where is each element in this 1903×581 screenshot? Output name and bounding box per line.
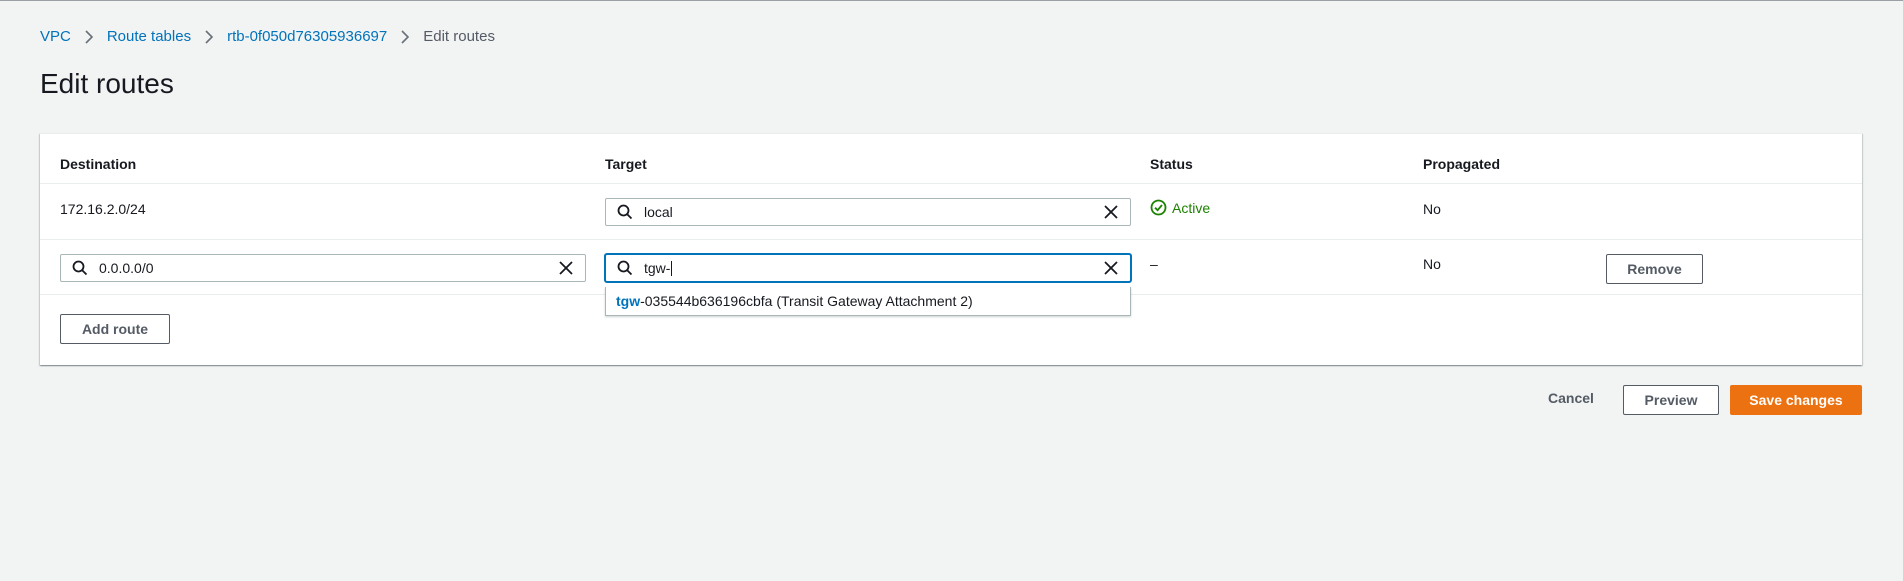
header-propagated: Propagated	[1423, 156, 1501, 172]
header-status: Status	[1150, 156, 1193, 172]
row2-target-input[interactable]: tgw-	[605, 254, 1131, 282]
preview-button[interactable]: Preview	[1623, 385, 1719, 415]
chevron-right-icon	[191, 29, 227, 44]
row2-destination-input[interactable]: 0.0.0.0/0	[60, 254, 586, 282]
row1-target-value: local	[644, 204, 673, 220]
suggestion-match: tgw	[616, 293, 641, 309]
row2-status: –	[1150, 256, 1158, 272]
chevron-right-icon	[387, 29, 423, 44]
top-border	[0, 0, 1903, 1]
breadcrumb: VPC Route tables rtb-0f050d76305936697 E…	[40, 28, 495, 45]
header-target: Target	[605, 156, 647, 172]
routes-panel: Destination Target Status Propagated 172…	[40, 133, 1862, 365]
row2-propagated: No	[1423, 256, 1441, 272]
target-suggestion-option[interactable]: tgw -035544b636196cbfa (Transit Gateway A…	[605, 287, 1131, 316]
breadcrumb-current: Edit routes	[423, 28, 495, 45]
chevron-right-icon	[71, 29, 107, 44]
breadcrumb-route-table-id[interactable]: rtb-0f050d76305936697	[227, 28, 387, 45]
close-icon[interactable]	[1102, 203, 1120, 221]
breadcrumb-vpc[interactable]: VPC	[40, 28, 71, 45]
close-icon[interactable]	[557, 259, 575, 277]
page-title: Edit routes	[40, 68, 174, 99]
row2-destination-value: 0.0.0.0/0	[99, 260, 154, 276]
add-route-button[interactable]: Add route	[60, 314, 170, 344]
close-icon[interactable]	[1102, 259, 1120, 277]
row1-target-input[interactable]: local	[605, 198, 1131, 226]
header-destination: Destination	[60, 156, 137, 172]
save-changes-button[interactable]: Save changes	[1730, 385, 1862, 415]
check-circle-icon	[1150, 199, 1167, 216]
search-icon	[71, 259, 89, 277]
search-icon	[616, 259, 634, 277]
suggestion-rest: -035544b636196cbfa (Transit Gateway Atta…	[640, 293, 973, 309]
search-icon	[616, 203, 634, 221]
breadcrumb-route-tables[interactable]: Route tables	[107, 28, 191, 45]
row1-status: Active	[1172, 199, 1211, 216]
row-divider	[40, 239, 1862, 240]
header-divider	[40, 183, 1862, 184]
row1-destination: 172.16.2.0/24	[60, 201, 146, 217]
row2-target-value: tgw-	[644, 260, 671, 276]
status-badge: Active	[1150, 199, 1210, 216]
remove-button[interactable]: Remove	[1606, 254, 1703, 284]
row1-propagated: No	[1423, 201, 1441, 217]
text-caret	[671, 261, 673, 276]
cancel-button[interactable]: Cancel	[1548, 390, 1594, 406]
